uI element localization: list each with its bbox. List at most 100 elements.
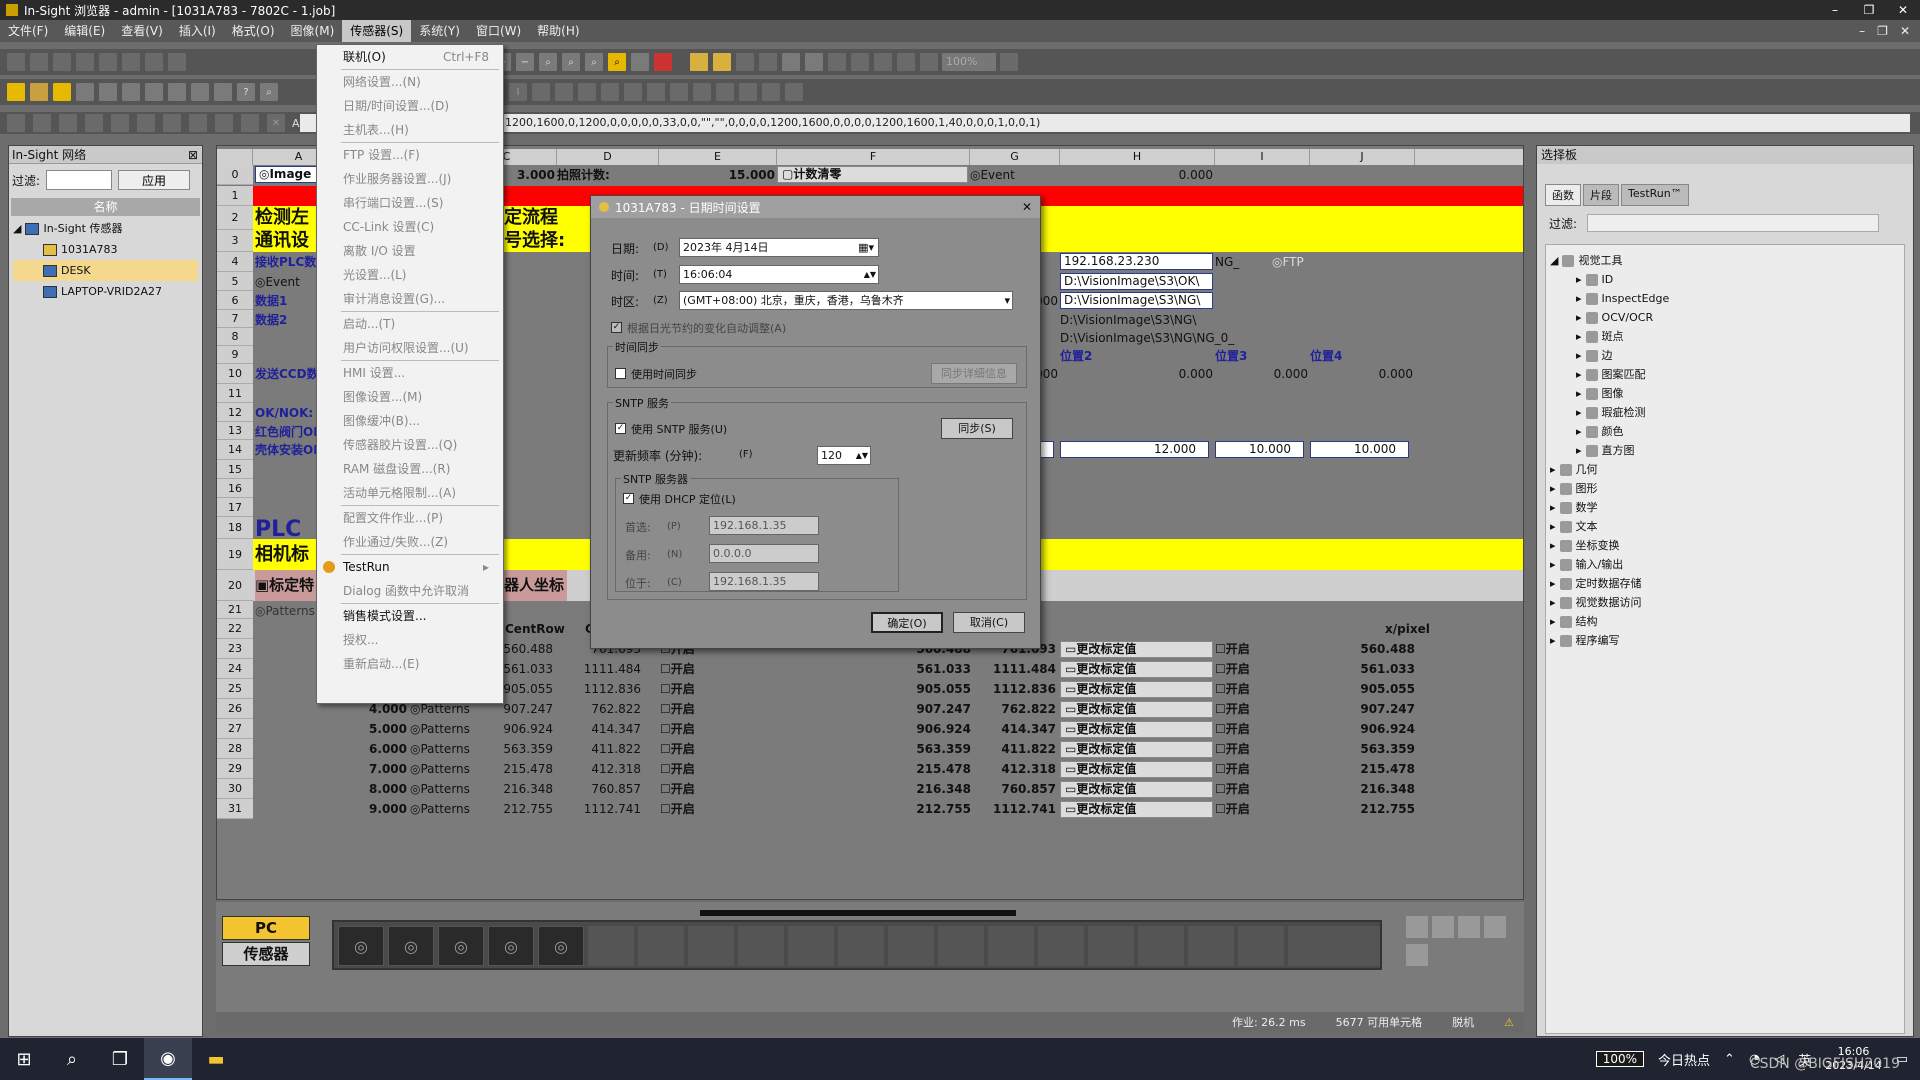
display-icon[interactable] bbox=[804, 52, 824, 72]
row-number[interactable]: 30 bbox=[217, 779, 253, 799]
col-header-h[interactable]: H bbox=[1060, 149, 1215, 165]
expand-arrow-icon[interactable]: ▸ bbox=[1550, 460, 1556, 479]
expand-arrow-icon[interactable]: ▸ bbox=[1550, 612, 1556, 631]
minimize-button[interactable]: – bbox=[1818, 3, 1852, 17]
tree-node-vision-child[interactable]: ▸ 颜色 bbox=[1550, 422, 1900, 441]
row-number[interactable]: 4 bbox=[217, 252, 253, 272]
expand-arrow-icon[interactable]: ▸ bbox=[1550, 479, 1556, 498]
font-color-icon[interactable] bbox=[646, 82, 666, 102]
paste-icon[interactable] bbox=[121, 52, 141, 72]
position-spinner-h[interactable]: 12.000 bbox=[1060, 441, 1209, 458]
col-header-f[interactable]: F bbox=[777, 149, 970, 165]
change-calib-button[interactable]: ▭更改标定值 bbox=[1060, 801, 1213, 818]
film-frame-empty[interactable] bbox=[938, 926, 984, 966]
expand-arrow-icon[interactable]: ◢ bbox=[1550, 251, 1558, 270]
sensor-menu-item[interactable]: 销售模式设置... bbox=[317, 604, 503, 628]
power-icon[interactable] bbox=[999, 52, 1019, 72]
new-icon[interactable] bbox=[6, 52, 26, 72]
expand-arrow-icon[interactable]: ▸ bbox=[1576, 441, 1582, 460]
expand-arrow-icon[interactable]: ▸ bbox=[1576, 403, 1582, 422]
pc-button[interactable]: PC bbox=[222, 916, 310, 940]
expand-arrow-icon[interactable]: ▸ bbox=[1550, 574, 1556, 593]
row-number[interactable]: 1 bbox=[217, 186, 253, 206]
mdi-minimize-button[interactable]: – bbox=[1859, 24, 1865, 38]
change-calib-button[interactable]: ▭更改标定值 bbox=[1060, 761, 1213, 778]
open-checkbox[interactable]: ☐开启 bbox=[660, 699, 720, 719]
tree-node-laptop[interactable]: LAPTOP-VRID2A27 bbox=[13, 281, 198, 302]
tree-node-vision-child[interactable]: ▸ 直方图 bbox=[1550, 441, 1900, 460]
row-number[interactable]: 20 bbox=[217, 570, 253, 601]
tree-node-vision-child[interactable]: ▸ 边 bbox=[1550, 346, 1900, 365]
tray-chevron-icon[interactable]: ⌃ bbox=[1724, 1052, 1735, 1067]
film-frame-empty[interactable] bbox=[838, 926, 884, 966]
dialog-close-icon[interactable]: ✕ bbox=[1014, 200, 1040, 214]
sensor-menu-item[interactable]: TestRun ▸ bbox=[317, 555, 503, 579]
open-checkbox[interactable]: ☐开启 bbox=[660, 659, 720, 679]
snippet-icon[interactable] bbox=[692, 82, 712, 102]
image-icon[interactable] bbox=[630, 52, 650, 72]
zoom-1-icon[interactable]: ⌕ bbox=[584, 52, 604, 72]
open-checkbox[interactable]: ☐开启 bbox=[660, 719, 720, 739]
tab-snippets[interactable]: 片段 bbox=[1583, 184, 1619, 206]
sensor-menu-item[interactable]: 离散 I/O 设置 bbox=[317, 239, 503, 263]
zoom-select[interactable]: 100% bbox=[942, 53, 996, 71]
row-number[interactable]: 14 bbox=[217, 440, 253, 460]
film-frame-empty[interactable] bbox=[988, 926, 1034, 966]
sensor-menu-item[interactable]: 用户访问权限设置...(U) bbox=[317, 336, 503, 360]
menu-view[interactable]: 查看(V) bbox=[113, 20, 171, 42]
tree-node-category[interactable]: ▸ 图形 bbox=[1550, 479, 1900, 498]
monitor-icon[interactable] bbox=[781, 52, 801, 72]
col-header-e[interactable]: E bbox=[659, 149, 777, 165]
sensor-menu-item[interactable]: 光设置...(L) bbox=[317, 263, 503, 287]
col-header-g[interactable]: G bbox=[970, 149, 1060, 165]
film-frame-empty[interactable] bbox=[1138, 926, 1184, 966]
tools-icon[interactable] bbox=[52, 82, 72, 102]
sensor-menu-item[interactable]: 联机(O) Ctrl+F8 bbox=[317, 45, 503, 69]
align-center-icon[interactable] bbox=[554, 82, 574, 102]
col-header-d[interactable]: D bbox=[557, 149, 659, 165]
chart-icon[interactable] bbox=[689, 52, 709, 72]
expand-arrow-icon[interactable]: ▸ bbox=[1550, 498, 1556, 517]
sensor-menu-item[interactable]: 启动...(T) bbox=[317, 312, 503, 336]
io-icon[interactable] bbox=[167, 82, 187, 102]
sensor-menu-item[interactable]: Dialog 函数中允许取消 bbox=[317, 579, 503, 603]
menu-file[interactable]: 文件(F) bbox=[0, 20, 56, 42]
sync-now-button[interactable]: 同步(S) bbox=[941, 418, 1013, 439]
sensor-menu-item[interactable]: 串行端口设置...(S) bbox=[317, 191, 503, 215]
check-icon[interactable] bbox=[240, 113, 260, 133]
open-checkbox[interactable]: ☐开启 bbox=[660, 739, 720, 759]
expand-arrow-icon[interactable]: ▸ bbox=[1576, 308, 1582, 327]
trigger-icon[interactable] bbox=[919, 52, 939, 72]
filmstrip-prev-icon[interactable] bbox=[1432, 916, 1454, 938]
menu-sensor[interactable]: 传感器(S) bbox=[342, 20, 412, 42]
spin-icon[interactable]: ▲▼ bbox=[864, 266, 876, 283]
expand-arrow-icon[interactable]: ▸ bbox=[1576, 422, 1582, 441]
change-calib-button[interactable]: ▭更改标定值 bbox=[1060, 681, 1213, 698]
film-frame-empty[interactable] bbox=[788, 926, 834, 966]
row-number[interactable]: 19 bbox=[217, 539, 253, 570]
row-number[interactable]: 6 bbox=[217, 291, 253, 310]
cancel-x-icon[interactable]: ✕ bbox=[266, 113, 286, 133]
ok-path-field[interactable]: D:\VisionImage\S3\OK\ bbox=[1060, 273, 1213, 290]
film-frame-empty[interactable] bbox=[588, 926, 634, 966]
preferred-server-field[interactable]: 192.168.1.35 bbox=[709, 516, 819, 535]
grid-icon[interactable] bbox=[735, 52, 755, 72]
tree-node-vision-child[interactable]: ▸ ID bbox=[1550, 270, 1900, 289]
tree-node-root[interactable]: ◢ In-Sight 传感器 bbox=[13, 218, 198, 239]
sensor-menu-item[interactable]: RAM 磁盘设置...(R) bbox=[317, 457, 503, 481]
expand-arrow-icon[interactable]: ▸ bbox=[1550, 631, 1556, 650]
row-number[interactable]: 11 bbox=[217, 384, 253, 403]
copy-icon[interactable] bbox=[98, 52, 118, 72]
open-checkbox[interactable]: ☐开启 bbox=[660, 799, 720, 819]
change-calib-button[interactable]: ▭更改标定值 bbox=[1060, 661, 1213, 678]
restore-button[interactable]: ❐ bbox=[1852, 3, 1886, 17]
row-number[interactable]: 8 bbox=[217, 328, 253, 346]
change-calib-button[interactable]: ▭更改标定值 bbox=[1060, 641, 1213, 658]
menu-insert[interactable]: 插入(I) bbox=[171, 20, 224, 42]
sensor-menu-item[interactable]: 主机表...(H) bbox=[317, 118, 503, 142]
menu-system[interactable]: 系统(Y) bbox=[411, 20, 468, 42]
sensor-menu-item[interactable]: 作业服务器设置...(J) bbox=[317, 167, 503, 191]
open-checkbox[interactable]: ☐开启 bbox=[660, 779, 720, 799]
film-frame-empty[interactable] bbox=[1038, 926, 1084, 966]
palette-filter-input[interactable] bbox=[1587, 214, 1880, 232]
